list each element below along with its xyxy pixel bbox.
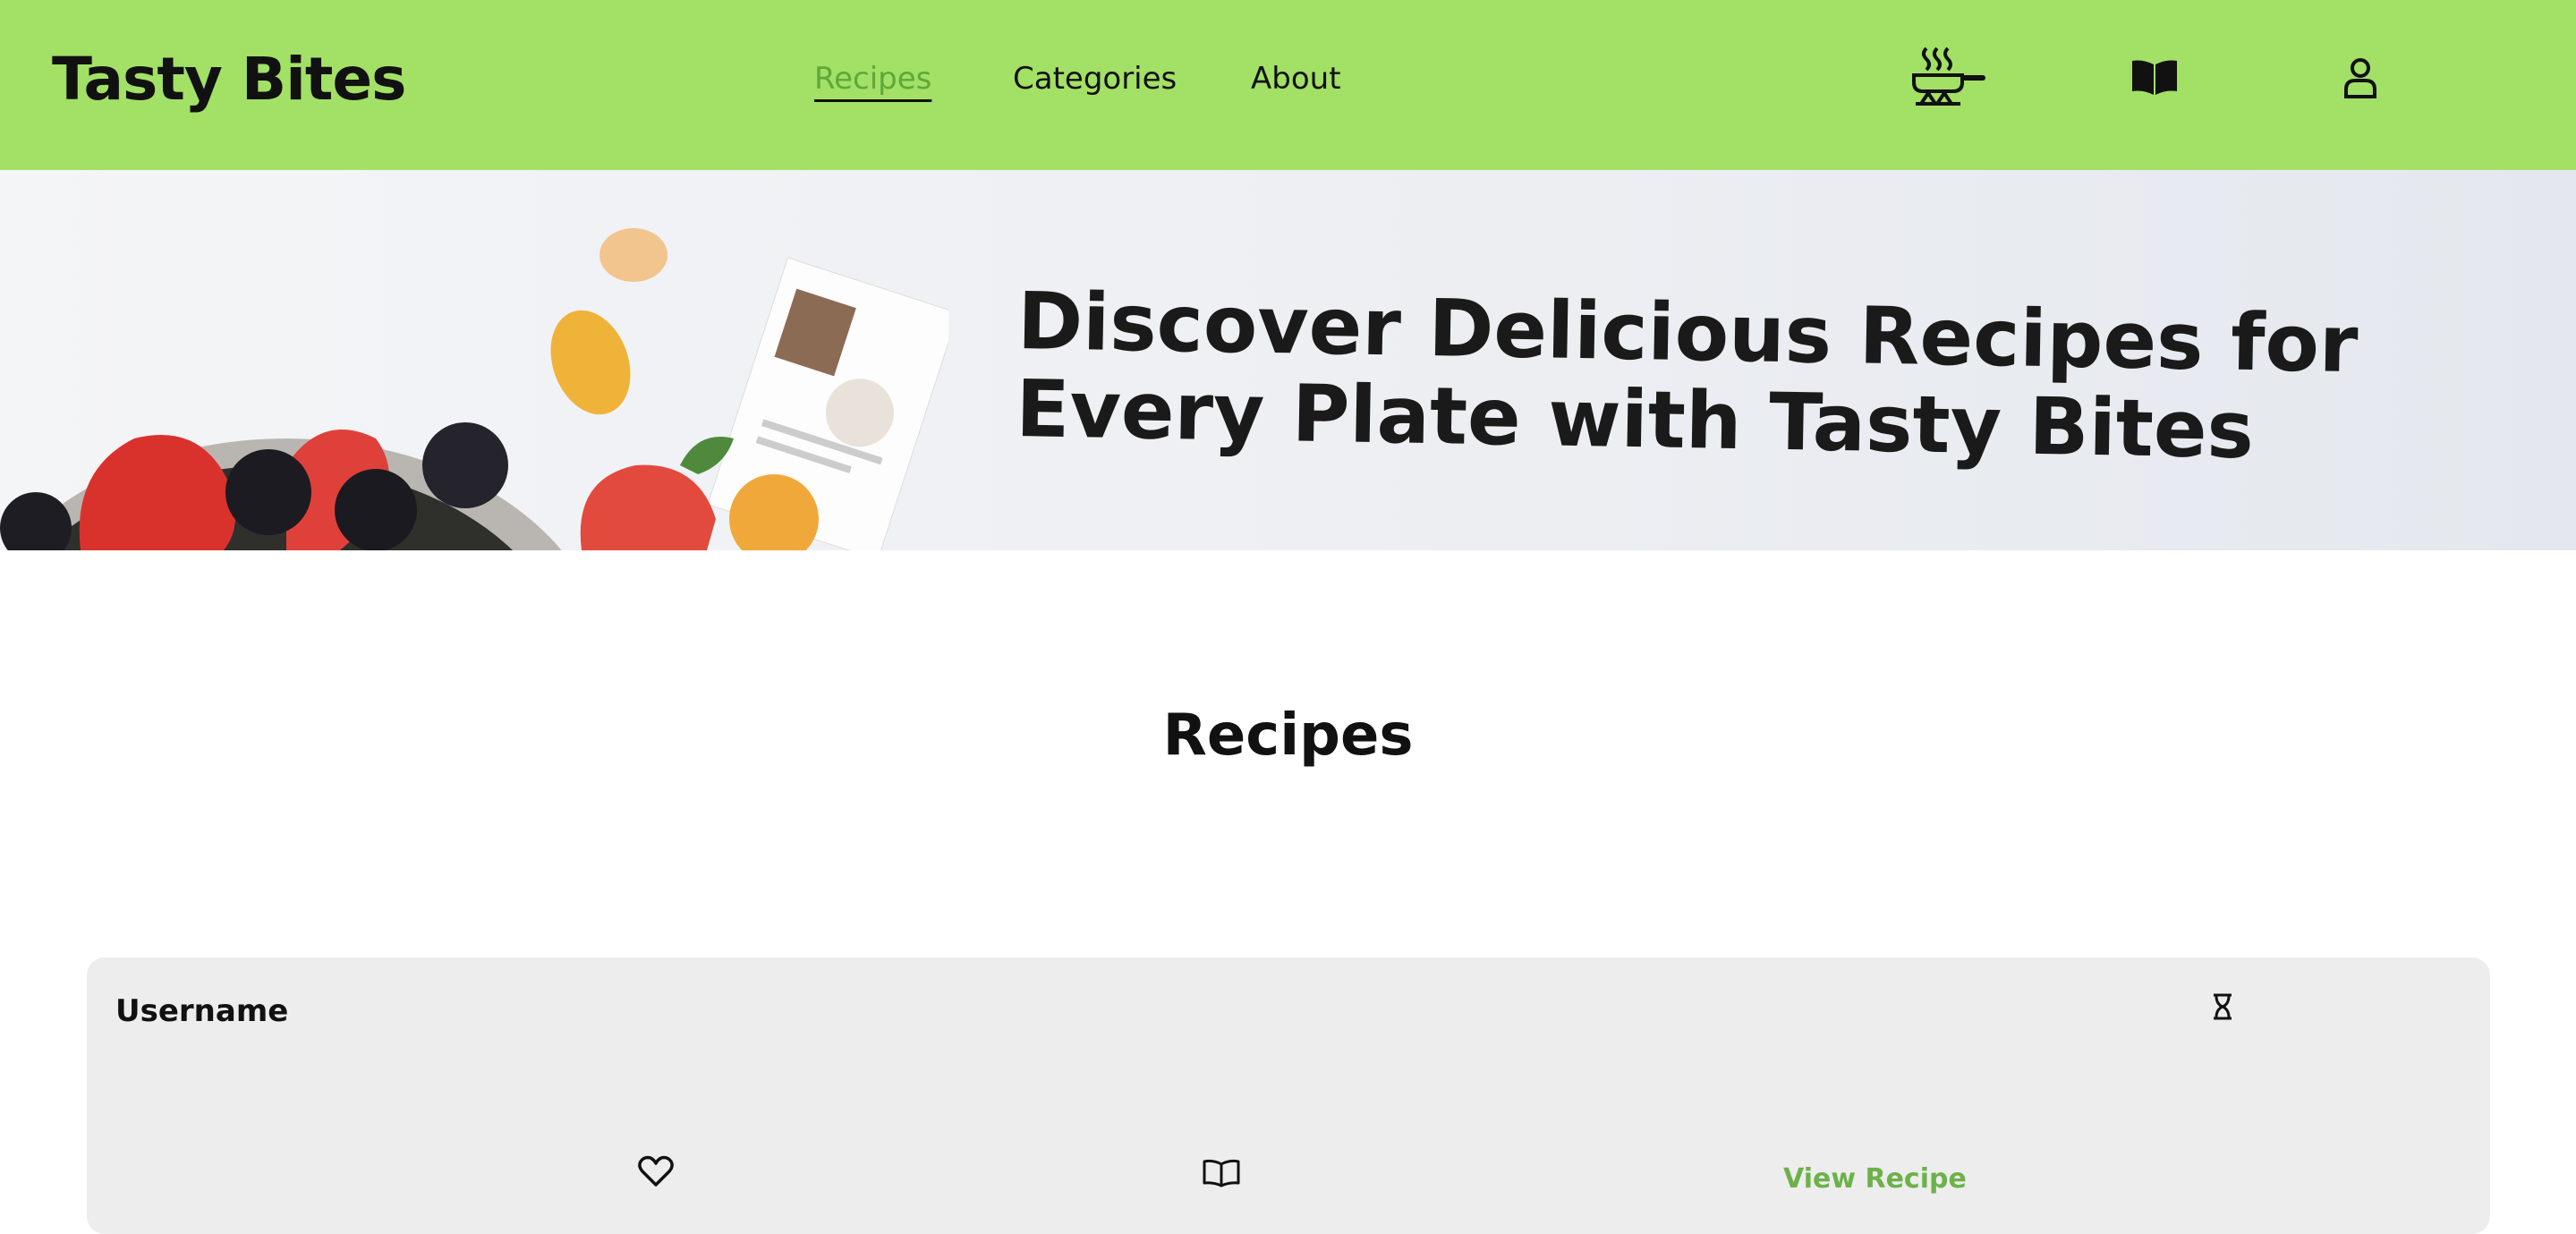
nav-categories[interactable]: Categories bbox=[1013, 61, 1177, 97]
recipe-card: Username View Recipe bbox=[87, 957, 2490, 1234]
hourglass-icon bbox=[2212, 993, 2233, 1024]
card-username: Username bbox=[115, 993, 289, 1029]
hero-headline: Discover Delicious Recipes for Every Pla… bbox=[1015, 275, 2359, 477]
site-header: Tasty Bites Recipes Categories About bbox=[0, 0, 2576, 170]
hero-banner: Discover Delicious Recipes for Every Pla… bbox=[0, 170, 2576, 550]
open-book-icon[interactable] bbox=[1203, 1159, 1240, 1191]
book-icon[interactable] bbox=[2130, 59, 2179, 100]
cooking-pan-icon[interactable] bbox=[1910, 45, 1987, 111]
site-logo[interactable]: Tasty Bites bbox=[52, 45, 406, 114]
heart-icon[interactable] bbox=[638, 1155, 674, 1191]
nav-about[interactable]: About bbox=[1251, 61, 1341, 97]
hero-fruit-image bbox=[0, 228, 948, 550]
section-title-recipes: Recipes bbox=[1162, 702, 1414, 769]
view-recipe-link[interactable]: View Recipe bbox=[1783, 1163, 1967, 1195]
nav-recipes[interactable]: Recipes bbox=[814, 61, 931, 97]
user-icon[interactable] bbox=[2343, 57, 2377, 102]
